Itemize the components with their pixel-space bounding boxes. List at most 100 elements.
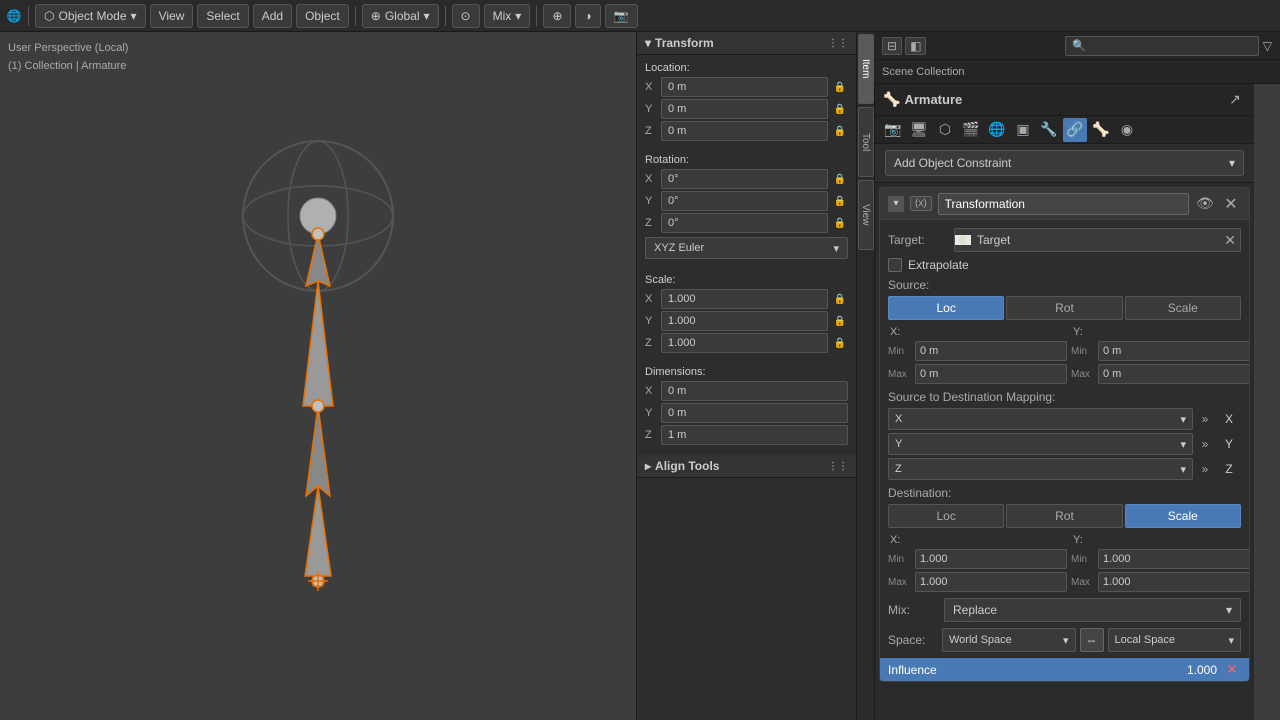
influence-reset-icon[interactable]: ✕ (1223, 661, 1241, 678)
space-to-dropdown[interactable]: Local Space ▾ (1108, 628, 1242, 652)
view-menu[interactable]: View (150, 4, 194, 28)
dest-x-min-input[interactable] (915, 549, 1067, 569)
tab-modifier-icon[interactable]: 🔧 (1037, 118, 1061, 142)
scale-y-input[interactable] (661, 311, 828, 331)
dest-rot-tab[interactable]: Rot (1006, 504, 1122, 528)
tab-view[interactable]: View (858, 180, 874, 250)
loc-y-input[interactable] (661, 99, 828, 119)
align-tools-options-icon[interactable]: ⋮⋮ (828, 461, 848, 472)
target-field-label: Target: (888, 233, 948, 247)
mode-selector[interactable]: ⬡ Object Mode ▾ (35, 4, 146, 28)
scale-z-input[interactable] (661, 333, 828, 353)
loc-z-lock-icon[interactable]: 🔒 (832, 123, 848, 139)
rotation-mode-dropdown[interactable]: XYZ Euler ▾ (645, 237, 848, 259)
snap-toggle[interactable]: ⊙ (452, 4, 480, 28)
scene-collection-bar: Scene Collection (874, 60, 1280, 84)
loc-x-lock-icon[interactable]: 🔒 (832, 79, 848, 95)
viewport-overlay[interactable]: ⊕ (543, 4, 571, 28)
loc-x-input[interactable] (661, 77, 828, 97)
dim-y-input[interactable] (661, 403, 848, 423)
viewport-canvas[interactable] (0, 32, 636, 720)
target-clear-icon[interactable]: ✕ (1220, 232, 1240, 249)
dest-x-max-input[interactable] (915, 572, 1067, 592)
space-swap-button[interactable]: ⇔ (1080, 628, 1104, 652)
tab-render-icon[interactable]: 📷 (881, 118, 905, 142)
select-menu[interactable]: Select (197, 4, 248, 28)
object-menu[interactable]: Object (296, 4, 349, 28)
dest-scale-tab[interactable]: Scale (1125, 504, 1241, 528)
tab-view-layer-icon[interactable]: ⬡ (933, 118, 957, 142)
tab-object-data-icon[interactable]: 🦴 (1089, 118, 1113, 142)
scene-collection-text: Scene Collection (882, 66, 965, 78)
rot-z-lock-icon[interactable]: 🔒 (832, 215, 848, 231)
dim-y-label: Y (645, 407, 657, 419)
source-scale-tab[interactable]: Scale (1125, 296, 1241, 320)
source-y-max-input[interactable] (1098, 364, 1250, 384)
mapping-x-source-dropdown[interactable]: X ▾ (888, 408, 1193, 430)
mapping-x-row: X ▾ » X (888, 408, 1241, 430)
rot-y-input[interactable] (661, 191, 828, 211)
constraint-visibility-icon[interactable]: 👁 (1195, 195, 1215, 212)
mapping-y-source-dropdown[interactable]: Y ▾ (888, 433, 1193, 455)
loc-y-lock-icon[interactable]: 🔒 (832, 101, 848, 117)
mapping-z-source-dropdown[interactable]: Z ▾ (888, 458, 1193, 480)
target-object-input[interactable] (971, 229, 1220, 251)
rot-y-lock-icon[interactable]: 🔒 (832, 193, 848, 209)
constraint-remove-icon[interactable]: ✕ (1221, 194, 1241, 214)
rot-z-input[interactable] (661, 213, 828, 233)
panel-options-icon[interactable]: ⋮⋮ (828, 38, 848, 49)
mix-mode[interactable]: Mix ▾ (484, 4, 531, 28)
mix-dropdown[interactable]: Replace ▾ (944, 598, 1241, 622)
extrapolate-checkbox[interactable] (888, 258, 902, 272)
viewport-shading[interactable]: ◑ (575, 4, 600, 28)
space-from-dropdown[interactable]: World Space ▾ (942, 628, 1076, 652)
loc-z-input[interactable] (661, 121, 828, 141)
source-rot-tab[interactable]: Rot (1006, 296, 1122, 320)
viewport[interactable]: User Perspective (Local) (1) Collection … (0, 32, 636, 720)
transform-orientation[interactable]: ⊕ Global ▾ (362, 4, 439, 28)
loc-x-row: X 🔒 (645, 77, 848, 97)
transform-title: Transform (655, 36, 714, 50)
dest-loc-tab[interactable]: Loc (888, 504, 1004, 528)
tab-world-icon[interactable]: 🌐 (985, 118, 1009, 142)
tab-constraint-icon[interactable]: 🔗 (1063, 118, 1087, 142)
tab-material-icon[interactable]: ◉ (1115, 118, 1139, 142)
source-x-min-input[interactable] (915, 341, 1067, 361)
outliner-search-input[interactable] (1065, 36, 1258, 56)
align-tools-header[interactable]: ▸ Align Tools ⋮⋮ (637, 455, 856, 478)
tab-item[interactable]: Item (858, 34, 874, 104)
outliner-display-icon[interactable]: ⊟ (882, 37, 902, 55)
rotation-mode-label: XYZ Euler (654, 242, 704, 254)
popout-button[interactable]: ↗ (1224, 89, 1246, 111)
source-x-max-row: Max (888, 364, 1067, 384)
dest-y-min-input[interactable] (1098, 549, 1250, 569)
scale-y-lock-icon[interactable]: 🔒 (832, 313, 848, 329)
scale-x-row: X 🔒 (645, 289, 848, 309)
dim-x-input[interactable] (661, 381, 848, 401)
dim-z-input[interactable] (661, 425, 848, 445)
tab-output-icon[interactable]: 🖥 (907, 118, 931, 142)
constraint-name-input[interactable] (938, 193, 1189, 215)
source-y-min-input[interactable] (1098, 341, 1250, 361)
scale-x-input[interactable] (661, 289, 828, 309)
tab-object-icon[interactable]: ▣ (1011, 118, 1035, 142)
source-loc-tab[interactable]: Loc (888, 296, 1004, 320)
viewport-camera[interactable]: 📷 (605, 4, 638, 28)
tab-tool[interactable]: Tool (858, 107, 874, 177)
constraint-body: Target: ✕ Extra (880, 220, 1249, 681)
outliner-filter-icon[interactable]: ▽ (1263, 39, 1272, 53)
rot-x-lock-icon[interactable]: 🔒 (832, 171, 848, 187)
outliner-mode-icon[interactable]: ◧ (905, 37, 926, 55)
scale-z-lock-icon[interactable]: 🔒 (832, 335, 848, 351)
source-x-max-input[interactable] (915, 364, 1067, 384)
add-constraint-button[interactable]: Add Object Constraint ▾ (885, 150, 1244, 176)
space-from-label: World Space (949, 634, 1012, 646)
tab-scene-icon[interactable]: 🎬 (959, 118, 983, 142)
add-menu[interactable]: Add (253, 4, 292, 28)
mapping-x-arrow-icon: » (1197, 412, 1213, 426)
scale-x-lock-icon[interactable]: 🔒 (832, 291, 848, 307)
rot-x-input[interactable] (661, 169, 828, 189)
constraint-collapse-button[interactable]: ▾ (888, 196, 904, 212)
dest-y-max-input[interactable] (1098, 572, 1250, 592)
add-constraint-chevron-icon: ▾ (1229, 156, 1235, 170)
